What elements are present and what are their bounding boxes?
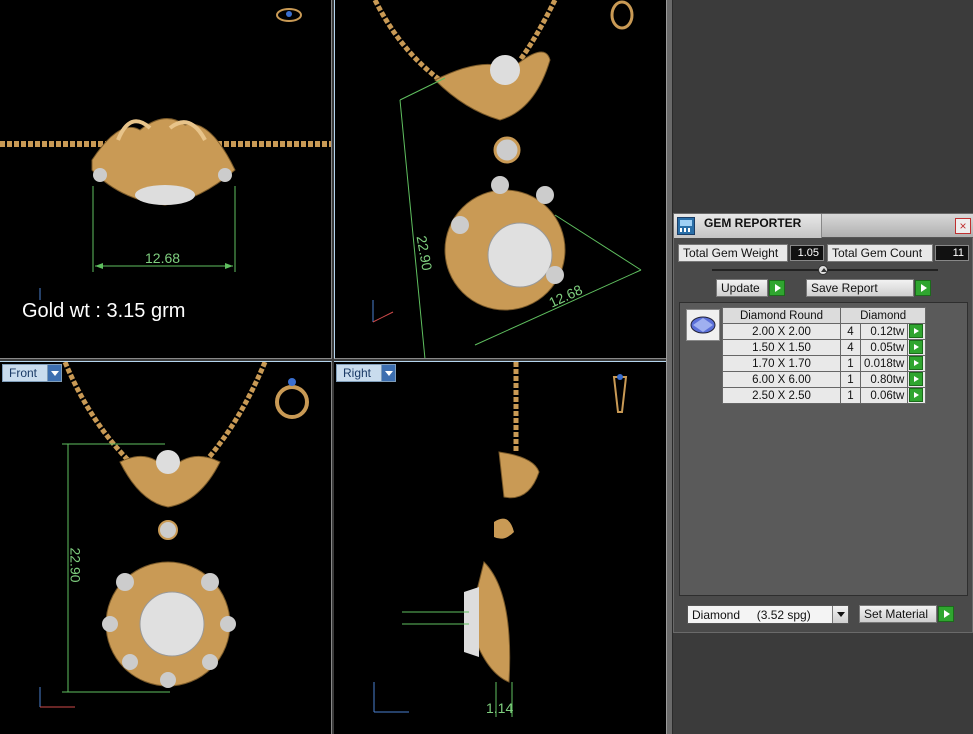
viewport-right[interactable]: Right 1.14: [334, 361, 666, 734]
gem-weight: 0.018tw: [859, 355, 909, 372]
gem-weight: 0.06tw: [859, 387, 909, 404]
gem-count: 4: [840, 323, 861, 340]
row-select-cell[interactable]: [907, 323, 927, 340]
gem-reporter-icon: [677, 217, 695, 235]
right-view-render: [373, 362, 628, 717]
gem-table: Diamond Round Diamond 2.00 X 2.00 4 0.12tw…: [722, 307, 927, 404]
update-button[interactable]: Update: [716, 279, 768, 297]
reporter-splitter-handle[interactable]: [818, 265, 828, 275]
diamond-icon: [686, 309, 720, 341]
table-row[interactable]: 1.50 X 1.50 4 0.05tw: [722, 339, 927, 356]
gem-size: 1.70 X 1.70: [722, 355, 841, 372]
gem-reporter-title: GEM REPORTER: [704, 216, 802, 230]
gem-shape-header: Diamond Round: [722, 307, 841, 324]
gem-size: 2.50 X 2.50: [722, 387, 841, 404]
set-material-arrow-icon[interactable]: [938, 606, 954, 622]
play-arrow-icon[interactable]: [909, 372, 924, 386]
chevron-down-icon[interactable]: [832, 606, 848, 623]
play-arrow-icon[interactable]: [909, 324, 924, 338]
viewport-top[interactable]: 12.68 Gold wt : 3.15 grm: [0, 0, 332, 359]
table-row[interactable]: 1.70 X 1.70 1 0.018tw: [722, 355, 927, 372]
gem-type-header: Diamond: [839, 307, 927, 324]
row-select-cell[interactable]: [907, 371, 927, 388]
viewport-perspective[interactable]: 22.90 12.68: [334, 0, 666, 359]
row-select-cell[interactable]: [907, 355, 927, 372]
play-arrow-icon[interactable]: [909, 388, 924, 402]
table-row[interactable]: 2.00 X 2.00 4 0.12tw: [722, 323, 927, 340]
gem-size: 6.00 X 6.00: [722, 371, 841, 388]
top-dimension-text: 12.68: [145, 250, 181, 266]
total-gem-weight-label: Total Gem Weight: [678, 244, 788, 262]
gem-weight: 0.12tw: [859, 323, 909, 340]
play-arrow-icon[interactable]: [909, 340, 924, 354]
close-button[interactable]: ×: [955, 218, 971, 234]
right-dimension-text: 1.14: [486, 700, 514, 716]
table-row[interactable]: 6.00 X 6.00 1 0.80tw: [722, 371, 927, 388]
gold-weight-text: Gold wt : 3.15 grm: [22, 300, 186, 322]
gem-size: 1.50 X 1.50: [722, 339, 841, 356]
save-report-arrow-icon[interactable]: [915, 280, 931, 296]
row-select-cell[interactable]: [907, 387, 927, 404]
gem-size: 2.00 X 2.00: [722, 323, 841, 340]
material-select[interactable]: Diamond (3.52 spg): [687, 605, 849, 624]
gem-count: 4: [840, 339, 861, 356]
front-height-dimension: 22.90: [67, 547, 84, 583]
gem-table-header: Diamond Round Diamond: [722, 307, 927, 324]
set-material-button[interactable]: Set Material: [859, 605, 937, 623]
gem-count: 1: [840, 371, 861, 388]
total-gem-count-value: 11: [935, 245, 969, 261]
table-row[interactable]: 2.50 X 2.50 1 0.06tw: [722, 387, 927, 404]
front-view-render: [39, 362, 309, 708]
viewport-front[interactable]: Front 22.90: [0, 361, 332, 734]
gem-count: 1: [840, 387, 861, 404]
total-gem-weight-value: 1.05: [790, 245, 824, 261]
update-arrow-icon[interactable]: [769, 280, 785, 296]
gem-reporter-panel: GEM REPORTER × Total Gem Weight 1.05 Tot…: [673, 213, 973, 633]
app-window: 12.68 Gold wt : 3.15 grm 22.90 12.68 Fro…: [0, 0, 973, 734]
total-gem-count-label: Total Gem Count: [827, 244, 933, 262]
save-report-button[interactable]: Save Report: [806, 279, 914, 297]
viewport-splitter[interactable]: [666, 0, 673, 734]
gem-list-area: Diamond Round Diamond 2.00 X 2.00 4 0.12tw…: [679, 302, 968, 596]
gem-count: 1: [840, 355, 861, 372]
gem-weight: 0.80tw: [859, 371, 909, 388]
gem-weight: 0.05tw: [859, 339, 909, 356]
perspective-view-render: [372, 0, 642, 358]
play-arrow-icon[interactable]: [909, 356, 924, 370]
row-select-cell[interactable]: [907, 339, 927, 356]
gem-reporter-titlebar[interactable]: GEM REPORTER ×: [674, 214, 973, 238]
right-panel: GEM REPORTER × Total Gem Weight 1.05 Tot…: [673, 0, 973, 734]
material-select-value: Diamond (3.52 spg): [692, 608, 811, 622]
gem-reporter-tab[interactable]: GEM REPORTER: [674, 214, 822, 238]
